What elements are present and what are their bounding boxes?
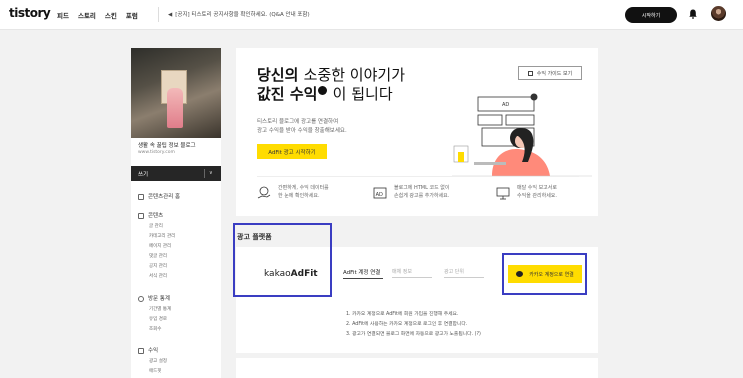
hand-coin-icon: [257, 186, 271, 199]
revenue-guide-button[interactable]: 수익 가이드 보기: [518, 66, 582, 80]
headline-rest-1: 소중한 이야기가: [303, 66, 406, 84]
sidebar-item-content-home[interactable]: 콘텐츠관리 홈: [138, 192, 180, 200]
nav-item-forum[interactable]: 포럼: [126, 10, 138, 20]
tistory-logo[interactable]: tistory: [9, 6, 51, 20]
coin-icon: [138, 347, 144, 354]
feature-text: 한 눈에 확인하세요.: [278, 193, 320, 199]
account-connect-label: AdFit 계정 연결: [343, 268, 383, 279]
submenu-item[interactable]: 서식 관리: [149, 273, 167, 279]
highlight-box-platform: [233, 223, 332, 297]
revenue-badge-icon: [318, 86, 328, 95]
connect-steps: 1. 카카오 계정으로 AdFit에 회원 가입을 진행해 주세요. 2. Ad…: [346, 310, 481, 340]
headline-bold-1: 당신의: [257, 66, 299, 84]
step-item: 1. 카카오 계정으로 AdFit에 회원 가입을 진행해 주세요.: [346, 312, 459, 317]
write-bar-divider: [204, 169, 205, 178]
start-adfit-button[interactable]: AdFit 광고 시작하기: [257, 144, 327, 159]
sidebar-item-label: 방문 통계: [148, 296, 170, 302]
sidebar-item-revenue[interactable]: 수익: [138, 346, 158, 354]
adfit-promo-card: 당신의 소중한 이야기가 값진 수익 이 됩니다 티스토리 블로그에 광고를 연…: [236, 48, 598, 216]
sidebar-item-label: 콘텐츠관리 홈: [148, 194, 181, 200]
top-navigation-bar: tistory 피드 스토리 스킨 포럼 ◀ [공지] 티스토리 공지사항을 확인…: [0, 0, 743, 30]
description-line: 티스토리 블로그에 광고를 연결하여: [257, 119, 339, 125]
guide-button-label: 수익 가이드 보기: [536, 70, 573, 77]
woman-laptop-illustration: AD: [452, 93, 592, 177]
write-label[interactable]: 쓰기: [138, 172, 148, 178]
headline-rest-2: 이 됩니다: [332, 85, 393, 103]
profile-image-figure: [167, 88, 183, 128]
headline-bold-2: 값진 수익: [257, 85, 318, 103]
step-item: 3. 광고가 연결되면 블로그 화면에 자동으로 광고가 노출됩니다. (?): [346, 332, 481, 337]
blog-name[interactable]: 생활 속 꿀팁 정보 블로그: [138, 141, 196, 149]
svg-text:AD: AD: [376, 192, 383, 198]
chevron-down-icon[interactable]: ∨: [209, 170, 213, 176]
submenu-item[interactable]: 기간별 통계: [149, 306, 171, 312]
blog-url[interactable]: www.tistory.com: [138, 150, 175, 155]
next-card: [236, 358, 598, 378]
chart-icon: [138, 295, 144, 302]
feature-text: 블로그에 HTML 코드 없이: [394, 185, 450, 191]
promo-divider: [257, 176, 579, 177]
nav-divider: [158, 7, 159, 22]
feature-item: 간편하게, 수익 데이터를 한 눈에 확인하세요.: [278, 184, 329, 200]
feature-item: 블로그에 HTML 코드 없이 손쉽게 광고를 추가하세요.: [394, 184, 449, 200]
nav-item-story[interactable]: 스토리: [78, 10, 96, 20]
submenu-item[interactable]: 조회수: [149, 326, 161, 332]
promo-description: 티스토리 블로그에 광고를 연결하여 광고 수익을 받아 수익을 창출해보세요.: [257, 118, 347, 136]
feature-text: 매달 수익 보고서로: [517, 185, 557, 191]
main-nav: 피드 스토리 스킨 포럼: [57, 10, 138, 20]
promo-headline: 당신의 소중한 이야기가 값진 수익 이 됩니다: [257, 66, 405, 104]
feature-text: 수익을 관리하세요.: [517, 193, 557, 199]
step-item: 2. AdFit에 사용하는 카카오 계정으로 로그인 후 연결합니다.: [346, 322, 468, 327]
ad-window-icon: AD: [373, 187, 387, 199]
submenu-item[interactable]: 애드핏: [149, 368, 161, 374]
bell-icon[interactable]: [689, 9, 697, 19]
submenu-item[interactable]: 카테고리 관리: [149, 233, 175, 239]
speaker-icon: ◀: [168, 12, 173, 18]
nav-item-feed[interactable]: 피드: [57, 10, 69, 20]
sidebar-item-label: 수익: [148, 348, 159, 354]
submenu-item[interactable]: 광고 설정: [149, 358, 167, 364]
notice-text: [공지] 티스토리 공지사항을 확인하세요. (Q&A 안내 포함): [175, 12, 310, 18]
submenu-item[interactable]: 댓글 관리: [149, 253, 167, 259]
sidebar-item-stats[interactable]: 방문 통계: [138, 294, 170, 302]
svg-text:AD: AD: [502, 102, 509, 108]
document-icon: [138, 212, 144, 219]
nav-item-skin[interactable]: 스킨: [105, 10, 117, 20]
guide-icon: [527, 70, 533, 76]
feature-item: 매달 수익 보고서로 수익을 관리하세요.: [517, 184, 557, 200]
submenu-item[interactable]: 공지 관리: [149, 263, 167, 269]
sidebar: 생활 속 꿀팁 정보 블로그 www.tistory.com 쓰기 ∨ 콘텐츠관…: [131, 48, 221, 378]
submenu-item[interactable]: 글 관리: [149, 223, 163, 229]
submenu-item[interactable]: 유입 경로: [149, 316, 167, 322]
sidebar-item-content[interactable]: 콘텐츠: [138, 211, 163, 219]
ad-unit-field[interactable]: 광고 단위: [444, 268, 484, 278]
start-button[interactable]: 시작하기: [625, 7, 677, 23]
monitor-report-icon: [496, 187, 510, 200]
description-line: 광고 수익을 받아 수익을 창출해보세요.: [257, 128, 347, 134]
user-avatar[interactable]: [711, 6, 726, 21]
feature-text: 간편하게, 수익 데이터를: [278, 185, 329, 191]
highlight-box-kakao-button: [502, 253, 587, 295]
media-info-field[interactable]: 매체 정보: [392, 268, 432, 278]
notice-banner[interactable]: ◀ [공지] 티스토리 공지사항을 확인하세요. (Q&A 안내 포함): [168, 10, 310, 18]
blog-profile-image[interactable]: [131, 48, 221, 138]
write-bar[interactable]: 쓰기 ∨: [131, 166, 221, 181]
feature-text: 손쉽게 광고를 추가하세요.: [394, 193, 450, 199]
sidebar-item-label: 콘텐츠: [148, 213, 164, 219]
home-icon: [138, 193, 144, 200]
submenu-item[interactable]: 페이지 관리: [149, 243, 171, 249]
